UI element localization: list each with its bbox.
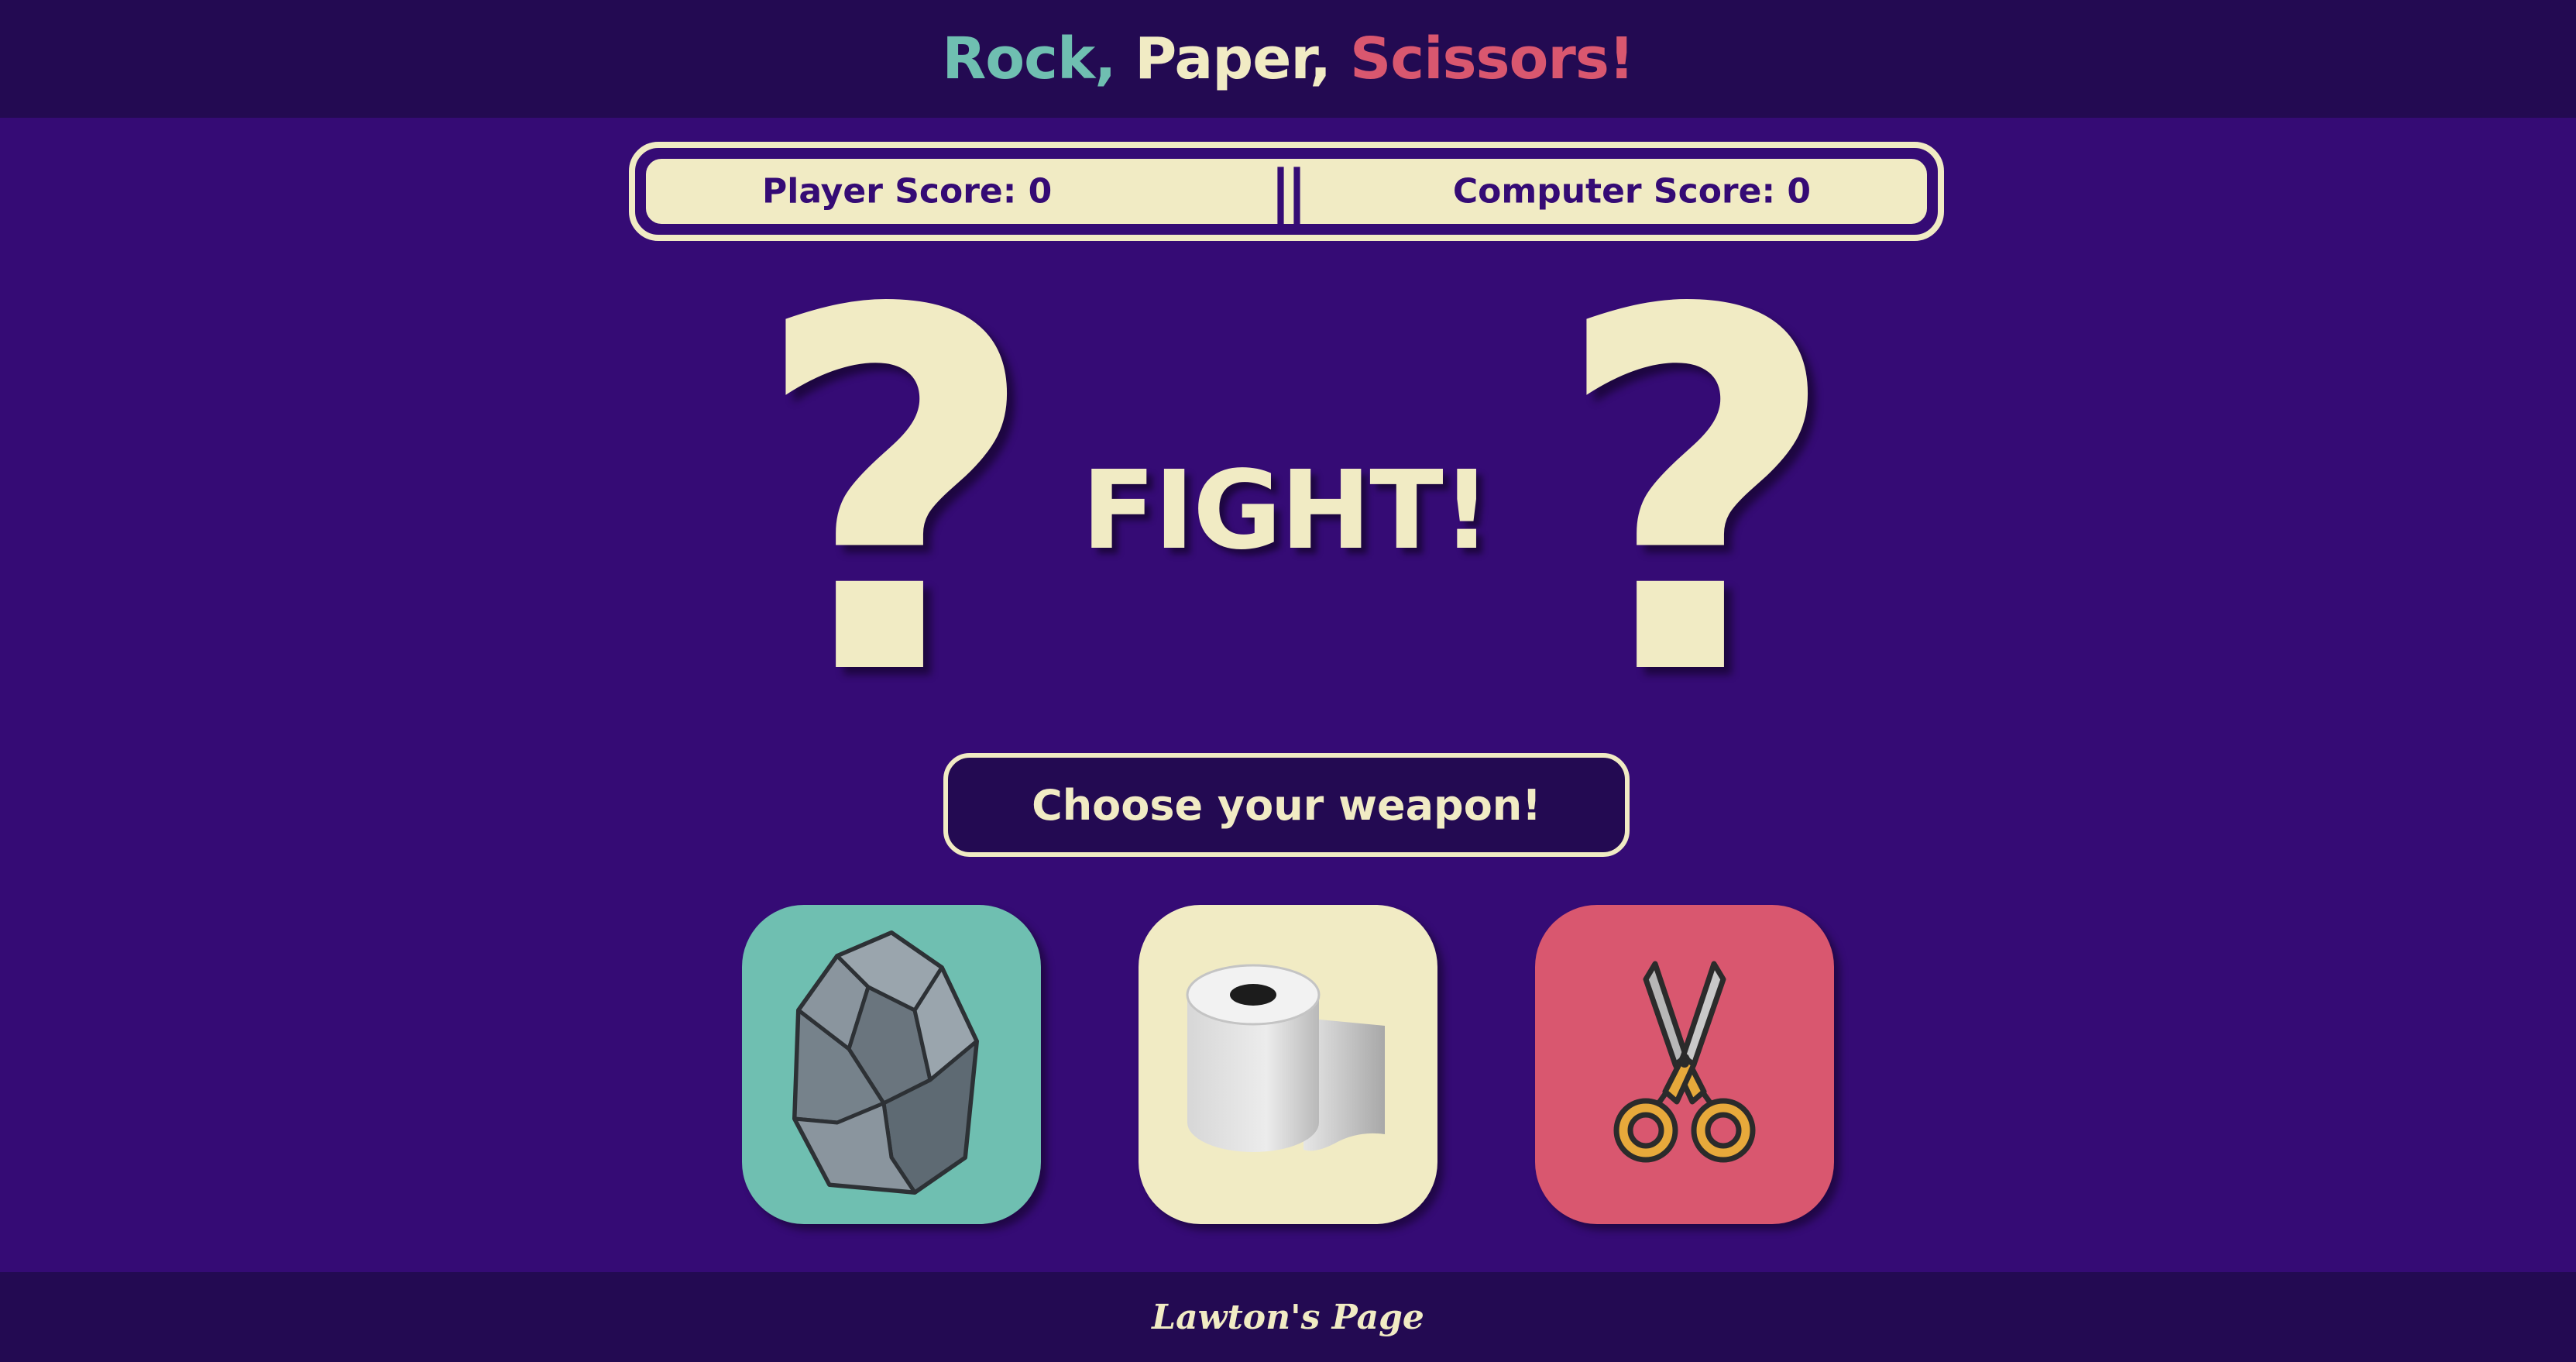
header: Rock, Paper, Scissors! xyxy=(0,0,2576,118)
player-choice: ? xyxy=(751,207,1039,784)
prompt-text: Choose your weapon! xyxy=(1032,780,1541,830)
rock-button[interactable] xyxy=(742,905,1041,1224)
scissors-button[interactable] xyxy=(1535,905,1834,1224)
title-paper: Paper, xyxy=(1135,26,1331,92)
lawtons-page-link[interactable]: Lawton's Page xyxy=(1152,1298,1424,1337)
score-divider: || xyxy=(1269,158,1307,225)
fight-text: FIGHT! xyxy=(1081,448,1491,574)
choose-weapon-prompt: Choose your weapon! xyxy=(943,753,1630,857)
toilet-paper-icon xyxy=(1186,964,1385,1152)
computer-choice: ? xyxy=(1552,207,1840,784)
computer-score: Computer Score: 0 xyxy=(1452,171,1811,212)
scissors-icon xyxy=(1613,961,1756,1163)
title-rock: Rock, xyxy=(942,26,1116,92)
player-score: Player Score: 0 xyxy=(762,171,1053,212)
footer: Lawton's Page xyxy=(0,1272,2576,1362)
title-scissors: Scissors! xyxy=(1349,26,1635,92)
game-title: Rock, Paper, Scissors! xyxy=(942,26,1635,92)
paper-button[interactable] xyxy=(1139,905,1437,1224)
rock-icon xyxy=(792,930,979,1195)
